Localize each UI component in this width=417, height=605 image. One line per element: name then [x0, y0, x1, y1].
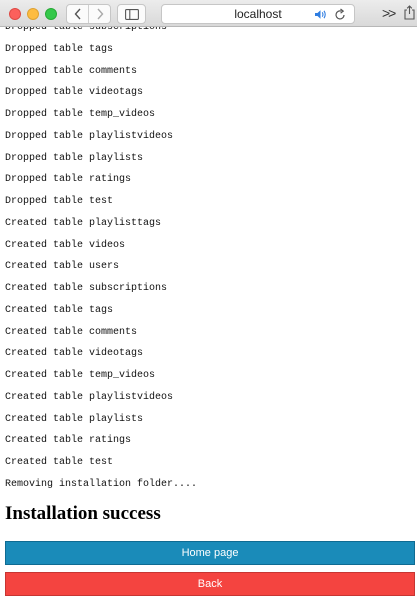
log-line: Created table videotags	[5, 348, 144, 360]
zoom-window-button[interactable]	[45, 8, 57, 20]
log-line: Created table playlistvideos	[5, 391, 174, 403]
log-line: Created table tags	[5, 304, 114, 316]
log-line: Dropped table subscriptions	[5, 27, 168, 33]
log-line: Dropped table comments	[5, 65, 138, 77]
chevron-right-icon	[96, 8, 103, 20]
log-line: Created table temp_videos	[5, 370, 156, 381]
log-line: Dropped table ratings	[5, 174, 132, 186]
log-line: Created table comments	[5, 326, 138, 338]
log-line: Created table subscriptions	[5, 283, 168, 294]
browser-window: localhost >> Dropped table subscriptions…	[0, 0, 417, 605]
chevron-left-icon	[74, 8, 81, 20]
back-button[interactable]: Back	[5, 572, 415, 596]
log-line: Created table playlisttags	[5, 217, 162, 229]
install-log: Dropped table subscriptions Dropped tabl…	[5, 27, 197, 502]
log-line: Dropped table videotags	[5, 87, 144, 99]
browser-toolbar: localhost >>	[0, 0, 417, 27]
sidebar-icon	[124, 8, 139, 20]
log-line: Removing installation folder....	[5, 478, 198, 490]
reload-icon[interactable]	[334, 8, 346, 21]
navigation-buttons	[66, 4, 111, 24]
back-nav-button[interactable]	[67, 5, 88, 23]
log-line: Dropped table playlists	[5, 152, 144, 164]
log-line: Created table users	[5, 261, 120, 273]
log-line: Dropped table test	[5, 196, 114, 207]
more-toolbar-items-icon[interactable]: >>	[382, 6, 396, 20]
close-window-button[interactable]	[9, 8, 21, 20]
page-title: Installation success	[5, 503, 161, 524]
minimize-window-button[interactable]	[27, 8, 39, 20]
log-line: Created table videos	[5, 239, 126, 251]
log-line: Dropped table temp_videos	[5, 109, 156, 120]
forward-nav-button[interactable]	[88, 5, 110, 23]
sidebar-toggle-button[interactable]	[117, 4, 146, 24]
log-line: Dropped table playlistvideos	[5, 130, 174, 142]
address-bar[interactable]: localhost	[161, 4, 355, 24]
speaker-icon[interactable]	[314, 9, 327, 20]
log-line: Created table ratings	[5, 435, 132, 447]
home-page-button[interactable]: Home page	[5, 541, 415, 565]
log-line: Created table playlists	[5, 413, 144, 425]
log-line: Dropped table tags	[5, 43, 114, 55]
share-icon[interactable]	[404, 5, 415, 20]
page-content: Dropped table subscriptions Dropped tabl…	[0, 27, 417, 605]
log-line: Created table test	[5, 457, 114, 468]
